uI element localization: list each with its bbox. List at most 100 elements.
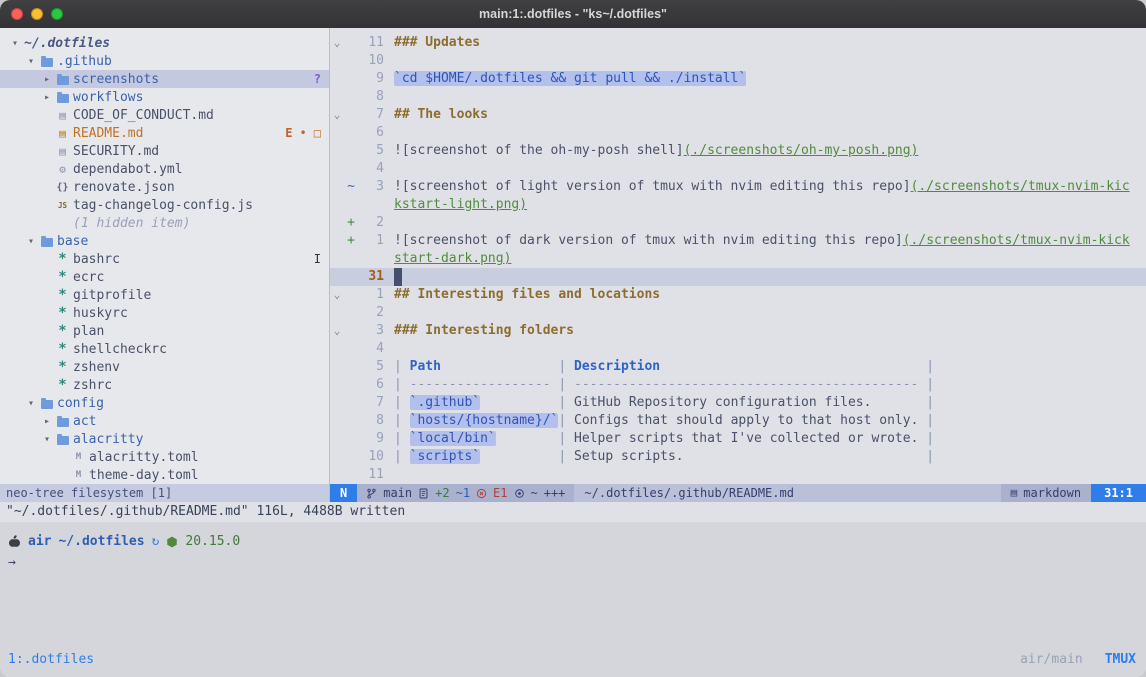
tree-item-readme.md[interactable]: ▤README.mdE•□ xyxy=(0,124,329,142)
editor-line[interactable]: +2 xyxy=(330,214,1146,232)
tree-item-alacritty.toml[interactable]: Malacritty.toml xyxy=(0,448,329,466)
editor-line[interactable]: 7| `.github` | GitHub Repository configu… xyxy=(330,394,1146,412)
hunks-indicator: +++ xyxy=(544,484,566,502)
editor-panel: ⌄11### Updates109`cd $HOME/.dotfiles && … xyxy=(330,28,1146,502)
chevron-right-icon[interactable]: ▸ xyxy=(40,92,54,103)
editor-line[interactable]: 10 xyxy=(330,52,1146,70)
folder-glyph xyxy=(57,76,69,85)
text-segment: Configs that should apply to that host o… xyxy=(574,413,926,428)
tree-item-workflows[interactable]: ▸workflows xyxy=(0,88,329,106)
editor-line[interactable]: kstart-light.png) xyxy=(330,196,1146,214)
tree-item-code-of-conduct.md[interactable]: ▤CODE_OF_CONDUCT.md xyxy=(0,106,329,124)
tree-item-shellcheckrc[interactable]: *shellcheckrc xyxy=(0,340,329,358)
text-segment: GitHub Repository configuration files. xyxy=(574,395,926,410)
tree-item-theme-day.toml[interactable]: Mtheme-day.toml xyxy=(0,466,329,484)
tree-item-alacritty[interactable]: ▾alacritty xyxy=(0,430,329,448)
fold-column xyxy=(330,340,344,358)
fold-arrow-icon[interactable]: ⌄ xyxy=(330,106,344,124)
tree-item-security.md[interactable]: ▤SECURITY.md xyxy=(0,142,329,160)
tree-item-dependabot.yml[interactable]: ⚙dependabot.yml xyxy=(0,160,329,178)
tree-item-label: alacritty.toml xyxy=(89,450,199,465)
chevron-right-icon[interactable]: ▸ xyxy=(40,74,54,85)
tree-item-ecrc[interactable]: *ecrc xyxy=(0,268,329,286)
titlebar[interactable]: main:1:.dotfiles - "ks~/.dotfiles" xyxy=(0,0,1146,28)
line-text: | `scripts` | Setup scripts. | xyxy=(394,448,1146,466)
editor-buffer[interactable]: ⌄11### Updates109`cd $HOME/.dotfiles && … xyxy=(330,28,1146,484)
editor-line[interactable]: 6 xyxy=(330,124,1146,142)
fold-arrow-icon[interactable]: ⌄ xyxy=(330,322,344,340)
fold-arrow-icon[interactable]: ⌄ xyxy=(330,34,344,52)
editor-line[interactable]: ⌄1## Interesting files and locations xyxy=(330,286,1146,304)
editor-line[interactable]: 5| Path | Description | xyxy=(330,358,1146,376)
fold-arrow-icon[interactable]: ⌄ xyxy=(330,286,344,304)
editor-line[interactable]: 4 xyxy=(330,160,1146,178)
editor-line[interactable]: 31 xyxy=(330,268,1146,286)
line-number: 1 xyxy=(358,232,394,250)
fold-column xyxy=(330,70,344,88)
line-number xyxy=(358,196,394,214)
text-segment: `.github` xyxy=(410,395,480,410)
editor-line[interactable]: 8| `hosts/{hostname}/`| Configs that sho… xyxy=(330,412,1146,430)
modified-badge: □ xyxy=(314,126,321,140)
editor-line[interactable]: 5![screenshot of the oh-my-posh shell](.… xyxy=(330,142,1146,160)
tree-item-screenshots[interactable]: ▸screenshots? xyxy=(0,70,329,88)
fold-column xyxy=(330,430,344,448)
editor-line[interactable]: 8 xyxy=(330,88,1146,106)
editor-line[interactable]: 9| `local/bin` | Helper scripts that I'v… xyxy=(330,430,1146,448)
editor-line[interactable]: 10| `scripts` | Setup scripts. | xyxy=(330,448,1146,466)
text-segment: ### Interesting folders xyxy=(394,323,574,338)
text-segment xyxy=(441,359,558,374)
tree-item-act[interactable]: ▸act xyxy=(0,412,329,430)
chevron-down-icon[interactable]: ▾ xyxy=(40,434,54,445)
zoom-button[interactable] xyxy=(51,8,63,20)
editor-line[interactable]: ⌄11### Updates xyxy=(330,34,1146,52)
chevron-down-icon[interactable]: ▾ xyxy=(24,398,38,409)
buffer-icon xyxy=(418,488,429,499)
tree-item--.dotfiles[interactable]: ▾~/.dotfiles xyxy=(0,34,329,52)
git-status-badges: I xyxy=(314,252,329,266)
close-button[interactable] xyxy=(11,8,23,20)
tree-item-gitprofile[interactable]: *gitprofile xyxy=(0,286,329,304)
editor-line[interactable]: 11 xyxy=(330,466,1146,484)
git-status-badges: ? xyxy=(314,72,329,86)
chevron-down-icon[interactable]: ▾ xyxy=(24,56,38,67)
text-segment xyxy=(480,449,558,464)
editor-line[interactable]: start-dark.png) xyxy=(330,250,1146,268)
editor-line[interactable]: 4 xyxy=(330,340,1146,358)
fold-column xyxy=(330,160,344,178)
line-text xyxy=(394,304,1146,322)
folder-glyph xyxy=(57,436,69,445)
line-number: 5 xyxy=(358,142,394,160)
chevron-down-icon[interactable]: ▾ xyxy=(8,38,22,49)
fold-column xyxy=(330,214,344,232)
tree-item-label: gitprofile xyxy=(73,288,151,303)
tree-item-config[interactable]: ▾config xyxy=(0,394,329,412)
tree-item--1-hidden-item-[interactable]: (1 hidden item) xyxy=(0,214,329,232)
chevron-down-icon[interactable]: ▾ xyxy=(24,236,38,247)
file-tree[interactable]: ▾~/.dotfiles▾.github▸screenshots?▸workfl… xyxy=(0,28,329,484)
editor-line[interactable]: +1![screenshot of dark version of tmux w… xyxy=(330,232,1146,250)
minimize-button[interactable] xyxy=(31,8,43,20)
editor-line[interactable]: 6| ------------------ | ----------------… xyxy=(330,376,1146,394)
tree-item-bashrc[interactable]: *bashrcI xyxy=(0,250,329,268)
tree-item-plan[interactable]: *plan xyxy=(0,322,329,340)
editor-line[interactable]: 2 xyxy=(330,304,1146,322)
editor-line[interactable]: ⌄7## The looks xyxy=(330,106,1146,124)
tree-item-zshenv[interactable]: *zshenv xyxy=(0,358,329,376)
sign-column xyxy=(344,376,358,394)
line-number: 11 xyxy=(358,466,394,484)
tree-item-.github[interactable]: ▾.github xyxy=(0,52,329,70)
editor-line[interactable]: 9`cd $HOME/.dotfiles && git pull && ./in… xyxy=(330,70,1146,88)
editor-line[interactable]: ⌄3### Interesting folders xyxy=(330,322,1146,340)
tree-item-zshrc[interactable]: *zshrc xyxy=(0,376,329,394)
shell-icon: * xyxy=(54,287,71,303)
tree-item-huskyrc[interactable]: *huskyrc xyxy=(0,304,329,322)
shell-pane[interactable]: air ~/.dotfiles ↻ 20.15.0 → xyxy=(0,522,1146,647)
tree-item-label: theme-day.toml xyxy=(89,468,199,483)
tree-item-tag-changelog-config.js[interactable]: JStag-changelog-config.js xyxy=(0,196,329,214)
chevron-right-icon[interactable]: ▸ xyxy=(40,416,54,427)
tree-item-base[interactable]: ▾base xyxy=(0,232,329,250)
tree-item-renovate.json[interactable]: {}renovate.json xyxy=(0,178,329,196)
editor-line[interactable]: ~3![screenshot of light version of tmux … xyxy=(330,178,1146,196)
tmux-window-tab[interactable]: 1:.dotfiles xyxy=(8,652,94,667)
